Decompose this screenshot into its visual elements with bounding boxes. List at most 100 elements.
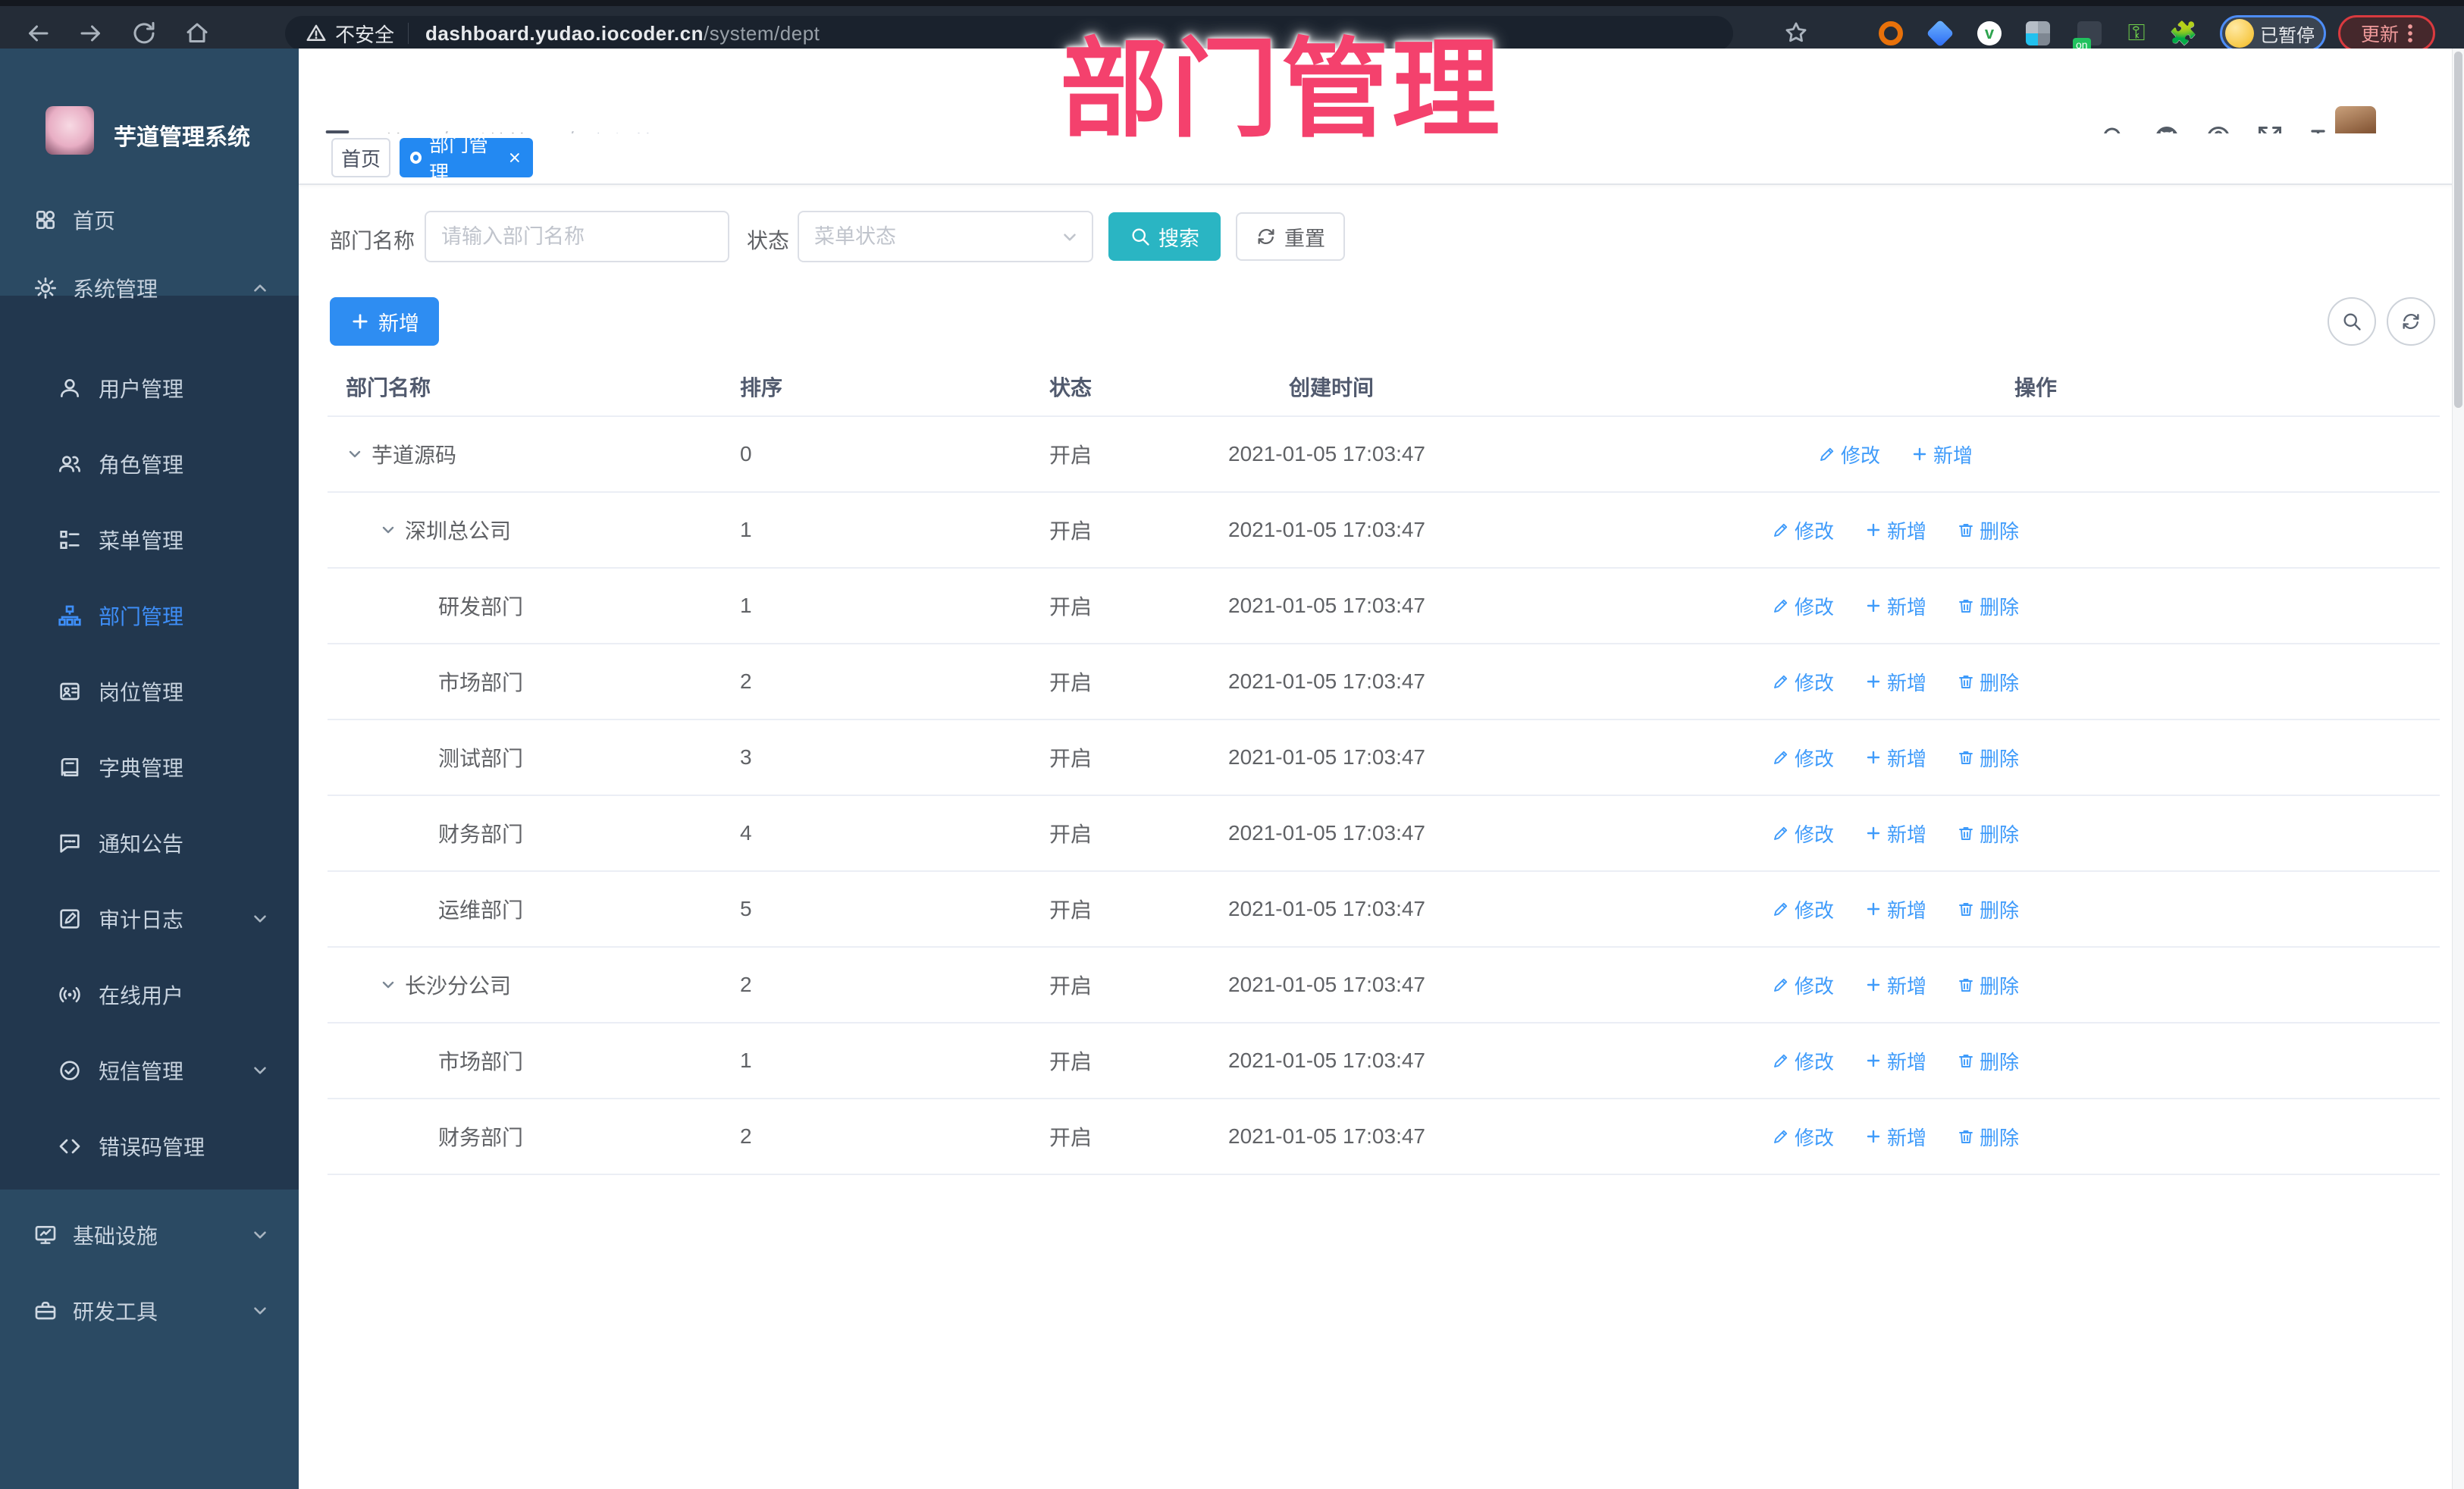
chevron-down-icon bbox=[254, 1067, 266, 1074]
dept-sort: 1 bbox=[740, 518, 752, 541]
expand-caret-icon[interactable] bbox=[379, 521, 405, 539]
sidebar-item-sms[interactable]: 短信管理 bbox=[0, 1033, 299, 1108]
sidebar-item-home[interactable]: 首页 bbox=[0, 182, 299, 258]
sidebar-item-dictionary[interactable]: 字典管理 bbox=[0, 729, 299, 805]
add-child-link[interactable]: 新增 bbox=[1911, 440, 1973, 469]
plus-icon bbox=[1867, 978, 1880, 992]
delete-link[interactable]: 删除 bbox=[1957, 820, 2019, 848]
extension-v-icon[interactable]: v bbox=[1977, 21, 2002, 45]
edit-link[interactable]: 修改 bbox=[1818, 440, 1880, 469]
sidebar-item-online-users[interactable]: 在线用户 bbox=[0, 957, 299, 1033]
plus-icon bbox=[1867, 1130, 1880, 1143]
sidebar-item-error-codes[interactable]: 错误码管理 bbox=[0, 1108, 299, 1184]
sidebar-item-system[interactable]: 系统管理 bbox=[0, 250, 299, 326]
org-tree-icon bbox=[58, 605, 81, 626]
delete-link[interactable]: 删除 bbox=[1957, 971, 2019, 999]
browser-back-icon[interactable] bbox=[24, 20, 52, 47]
dept-status: 开启 bbox=[1049, 823, 1092, 846]
sidebar-item-roles[interactable]: 角色管理 bbox=[0, 426, 299, 502]
extension-tampermonkey-icon[interactable]: on bbox=[2073, 21, 2102, 52]
edit-link[interactable]: 修改 bbox=[1772, 1047, 1834, 1075]
edit-link[interactable]: 修改 bbox=[1772, 744, 1834, 772]
delete-link[interactable]: 删除 bbox=[1957, 1047, 2019, 1075]
add-button[interactable]: 新增 bbox=[330, 297, 439, 346]
edit-link[interactable]: 修改 bbox=[1772, 820, 1834, 848]
add-child-link[interactable]: 新增 bbox=[1864, 971, 1926, 999]
dept-status: 开启 bbox=[1049, 444, 1092, 467]
dept-name: 财务部门 bbox=[438, 1126, 524, 1149]
trash-icon bbox=[1959, 827, 1973, 840]
add-child-link[interactable]: 新增 bbox=[1864, 820, 1926, 848]
toggle-search-button[interactable] bbox=[2328, 297, 2376, 346]
status-select[interactable] bbox=[798, 211, 1093, 262]
sidebar-item-announcements[interactable]: 通知公告 bbox=[0, 805, 299, 881]
add-child-link[interactable]: 新增 bbox=[1864, 592, 1926, 620]
browser-menu-dots-icon[interactable] bbox=[2408, 24, 2412, 43]
sidebar-item-positions[interactable]: 岗位管理 bbox=[0, 654, 299, 729]
table-row: 测试部门 3 开启 2021-01-05 17:03:47 修改 新增 删除 bbox=[328, 720, 2440, 796]
search-button[interactable]: 搜索 bbox=[1108, 212, 1221, 261]
tag-department-active[interactable]: 部门管理 bbox=[400, 133, 533, 184]
plus-icon bbox=[1867, 751, 1880, 764]
expand-caret-icon[interactable] bbox=[346, 445, 371, 463]
delete-link[interactable]: 删除 bbox=[1957, 516, 2019, 544]
extension-gem-icon[interactable] bbox=[1926, 19, 1955, 48]
sidebar-item-infrastructure[interactable]: 基础设施 bbox=[0, 1197, 299, 1273]
add-child-link[interactable]: 新增 bbox=[1864, 516, 1926, 544]
speech-bubble-icon bbox=[60, 834, 80, 853]
refresh-table-button[interactable] bbox=[2387, 297, 2435, 346]
profile-avatar bbox=[2225, 19, 2254, 48]
sidebar-item-dev-tools[interactable]: 研发工具 bbox=[0, 1273, 299, 1349]
app-title: 芋道管理系统 bbox=[114, 125, 250, 150]
dept-created: 2021-01-05 17:03:47 bbox=[1228, 594, 1425, 617]
url-host: dashboard.yudao.iocoder.cn bbox=[425, 21, 704, 45]
reset-button[interactable]: 重置 bbox=[1236, 212, 1345, 261]
sidebar-item-departments[interactable]: 部门管理 bbox=[0, 578, 299, 654]
add-child-link[interactable]: 新增 bbox=[1864, 895, 1926, 923]
site-security-chip[interactable]: 不安全 bbox=[285, 23, 409, 46]
browser-home-icon[interactable] bbox=[183, 20, 211, 47]
delete-link[interactable]: 删除 bbox=[1957, 592, 2019, 620]
delete-link[interactable]: 删除 bbox=[1957, 1123, 2019, 1151]
edit-link[interactable]: 修改 bbox=[1772, 895, 1834, 923]
vertical-scrollbar[interactable] bbox=[2452, 49, 2464, 1489]
expand-caret-icon[interactable] bbox=[379, 976, 405, 994]
sidebar-item-users[interactable]: 用户管理 bbox=[0, 350, 299, 426]
sidebar-item-menus[interactable]: 菜单管理 bbox=[0, 502, 299, 578]
browser-forward-icon[interactable] bbox=[77, 20, 105, 47]
extension-squares-icon[interactable] bbox=[2026, 21, 2050, 45]
department-name-input[interactable] bbox=[425, 211, 729, 262]
add-child-link[interactable]: 新增 bbox=[1864, 1047, 1926, 1075]
extension-ublock-icon[interactable] bbox=[1879, 21, 1903, 45]
sidebar-item-audit-log[interactable]: 审计日志 bbox=[0, 881, 299, 957]
url-text: dashboard.yudao.iocoder.cn/system/dept bbox=[425, 22, 820, 45]
pencil-icon bbox=[1820, 447, 1834, 461]
check-circle-icon bbox=[60, 1061, 80, 1080]
edit-link[interactable]: 修改 bbox=[1772, 668, 1834, 696]
add-child-link[interactable]: 新增 bbox=[1864, 668, 1926, 696]
extension-puzzle-icon[interactable]: 🧩 bbox=[2169, 21, 2197, 46]
dept-created: 2021-01-05 17:03:47 bbox=[1228, 518, 1425, 541]
browser-reload-icon[interactable] bbox=[130, 20, 158, 47]
bookmark-star-icon[interactable] bbox=[1783, 20, 1809, 45]
tag-home[interactable]: 首页 bbox=[331, 138, 390, 177]
pencil-icon bbox=[1774, 523, 1788, 537]
dept-name: 财务部门 bbox=[438, 823, 524, 846]
dept-name: 深圳总公司 bbox=[405, 519, 512, 543]
delete-link[interactable]: 删除 bbox=[1957, 668, 2019, 696]
add-child-link[interactable]: 新增 bbox=[1864, 1123, 1926, 1151]
close-icon[interactable] bbox=[507, 149, 522, 166]
edit-link[interactable]: 修改 bbox=[1772, 971, 1834, 999]
select-chevron-icon[interactable] bbox=[1060, 227, 1080, 247]
add-child-link[interactable]: 新增 bbox=[1864, 744, 1926, 772]
edit-link[interactable]: 修改 bbox=[1772, 592, 1834, 620]
browser-update-button[interactable]: 更新 bbox=[2338, 15, 2435, 52]
delete-link[interactable]: 删除 bbox=[1957, 895, 2019, 923]
security-label: 不安全 bbox=[335, 23, 395, 46]
edit-link[interactable]: 修改 bbox=[1772, 1123, 1834, 1151]
delete-link[interactable]: 删除 bbox=[1957, 744, 2019, 772]
scrollbar-thumb[interactable] bbox=[2454, 52, 2462, 408]
extension-key-icon[interactable]: ⚿ bbox=[2124, 20, 2149, 45]
edit-link[interactable]: 修改 bbox=[1772, 516, 1834, 544]
browser-profile-chip[interactable]: 已暂停 bbox=[2220, 15, 2326, 52]
